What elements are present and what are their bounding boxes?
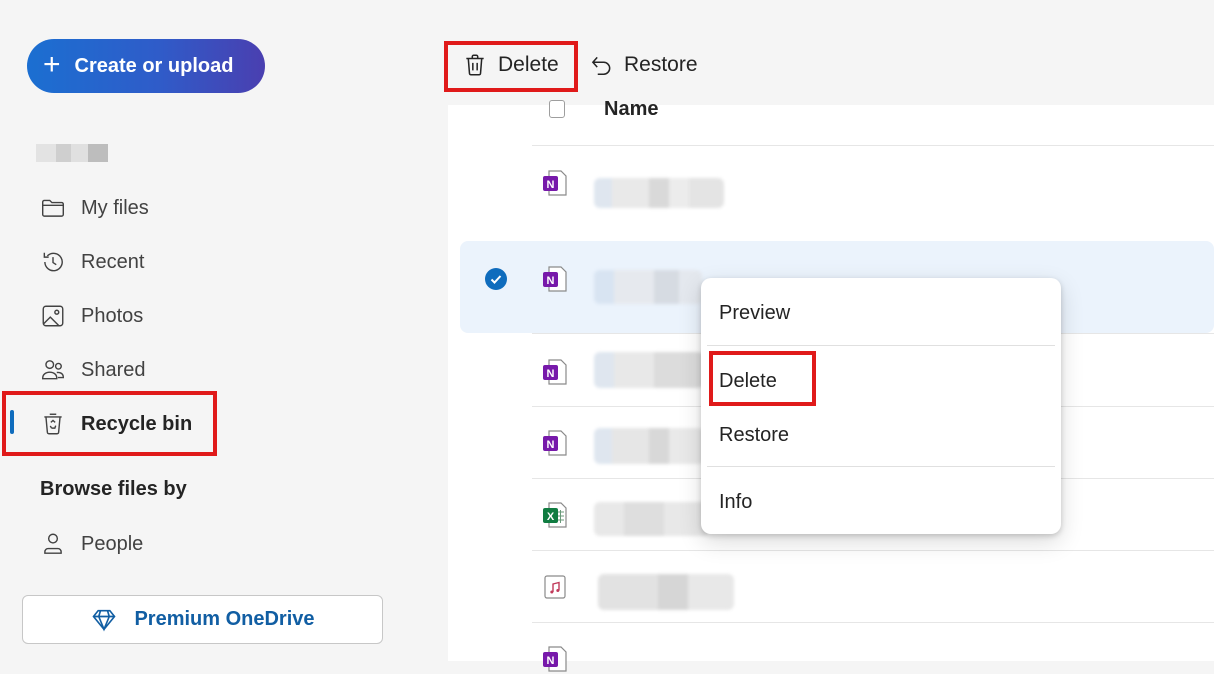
context-menu: Preview Delete Restore Info (701, 278, 1061, 534)
file-name-redacted (594, 178, 724, 208)
nav-item-label: Recycle bin (81, 412, 193, 435)
svg-text:N: N (547, 179, 555, 191)
image-icon (42, 305, 64, 327)
nav-item-recent[interactable]: Recent (40, 244, 144, 280)
account-name-redacted (36, 144, 108, 162)
svg-text:N: N (547, 368, 555, 380)
menu-item-restore[interactable]: Restore (719, 424, 789, 447)
people-icon (42, 360, 64, 380)
menu-divider (707, 466, 1055, 467)
column-header-name[interactable]: Name (604, 98, 658, 121)
file-name-redacted (594, 352, 704, 388)
toolbar-delete-button[interactable]: Delete (462, 52, 559, 78)
history-icon (43, 252, 63, 272)
nav-item-recycle-bin[interactable]: Recycle bin (40, 406, 192, 442)
menu-item-preview[interactable]: Preview (719, 302, 790, 325)
checkmark-icon (490, 275, 502, 284)
file-name-redacted (594, 428, 704, 464)
recycle-bin-icon (44, 413, 62, 435)
toolbar-delete-label: Delete (498, 53, 559, 76)
plus-icon: + (43, 47, 61, 81)
menu-item-info[interactable]: Info (719, 491, 752, 514)
nav-item-people[interactable]: People (40, 526, 143, 562)
menu-divider (707, 345, 1055, 346)
create-or-upload-label: Create or upload (74, 54, 234, 77)
onenote-file-icon: N (543, 430, 567, 456)
select-all-checkbox[interactable] (549, 100, 565, 118)
svg-text:N: N (547, 275, 555, 287)
svg-text:X: X (547, 511, 555, 523)
command-bar (448, 0, 1214, 105)
nav-item-my-files[interactable]: My files (40, 190, 149, 226)
excel-file-icon: X (543, 502, 567, 528)
svg-text:N: N (547, 655, 555, 667)
create-or-upload-button[interactable]: + Create or upload (27, 39, 265, 93)
nav-item-label: People (81, 532, 144, 555)
nav-item-label: Recent (81, 250, 145, 273)
row-divider (532, 622, 1214, 623)
undo-icon (591, 56, 611, 75)
browse-files-heading: Browse files by (40, 478, 187, 500)
toolbar-restore-button[interactable]: Restore (588, 52, 698, 78)
toolbar-restore-label: Restore (624, 53, 698, 76)
nav-item-label: Photos (81, 304, 144, 327)
row-divider (532, 145, 1214, 146)
trash-icon (466, 54, 484, 76)
folder-icon (42, 199, 64, 217)
file-name-redacted (594, 502, 709, 536)
svg-text:N: N (547, 439, 555, 451)
nav-item-shared[interactable]: Shared (40, 352, 146, 388)
audio-file-icon (544, 575, 566, 599)
nav-item-label: Shared (81, 358, 146, 381)
file-name-redacted (598, 574, 734, 610)
onenote-file-icon: N (543, 170, 567, 196)
row-checkbox-checked[interactable] (485, 268, 507, 290)
premium-label: Premium OneDrive (134, 608, 315, 630)
onenote-file-icon: N (543, 359, 567, 385)
premium-onedrive-button[interactable]: Premium OneDrive (22, 595, 383, 644)
file-name-redacted (594, 270, 702, 304)
menu-item-delete[interactable]: Delete (719, 370, 777, 393)
active-indicator (10, 410, 14, 434)
diamond-icon (92, 609, 117, 631)
onenote-file-icon: N (543, 266, 567, 292)
row-divider (532, 550, 1214, 551)
nav-item-label: My files (81, 196, 149, 219)
nav-item-photos[interactable]: Photos (40, 298, 143, 334)
person-icon (44, 533, 62, 554)
onenote-file-icon: N (543, 646, 567, 672)
